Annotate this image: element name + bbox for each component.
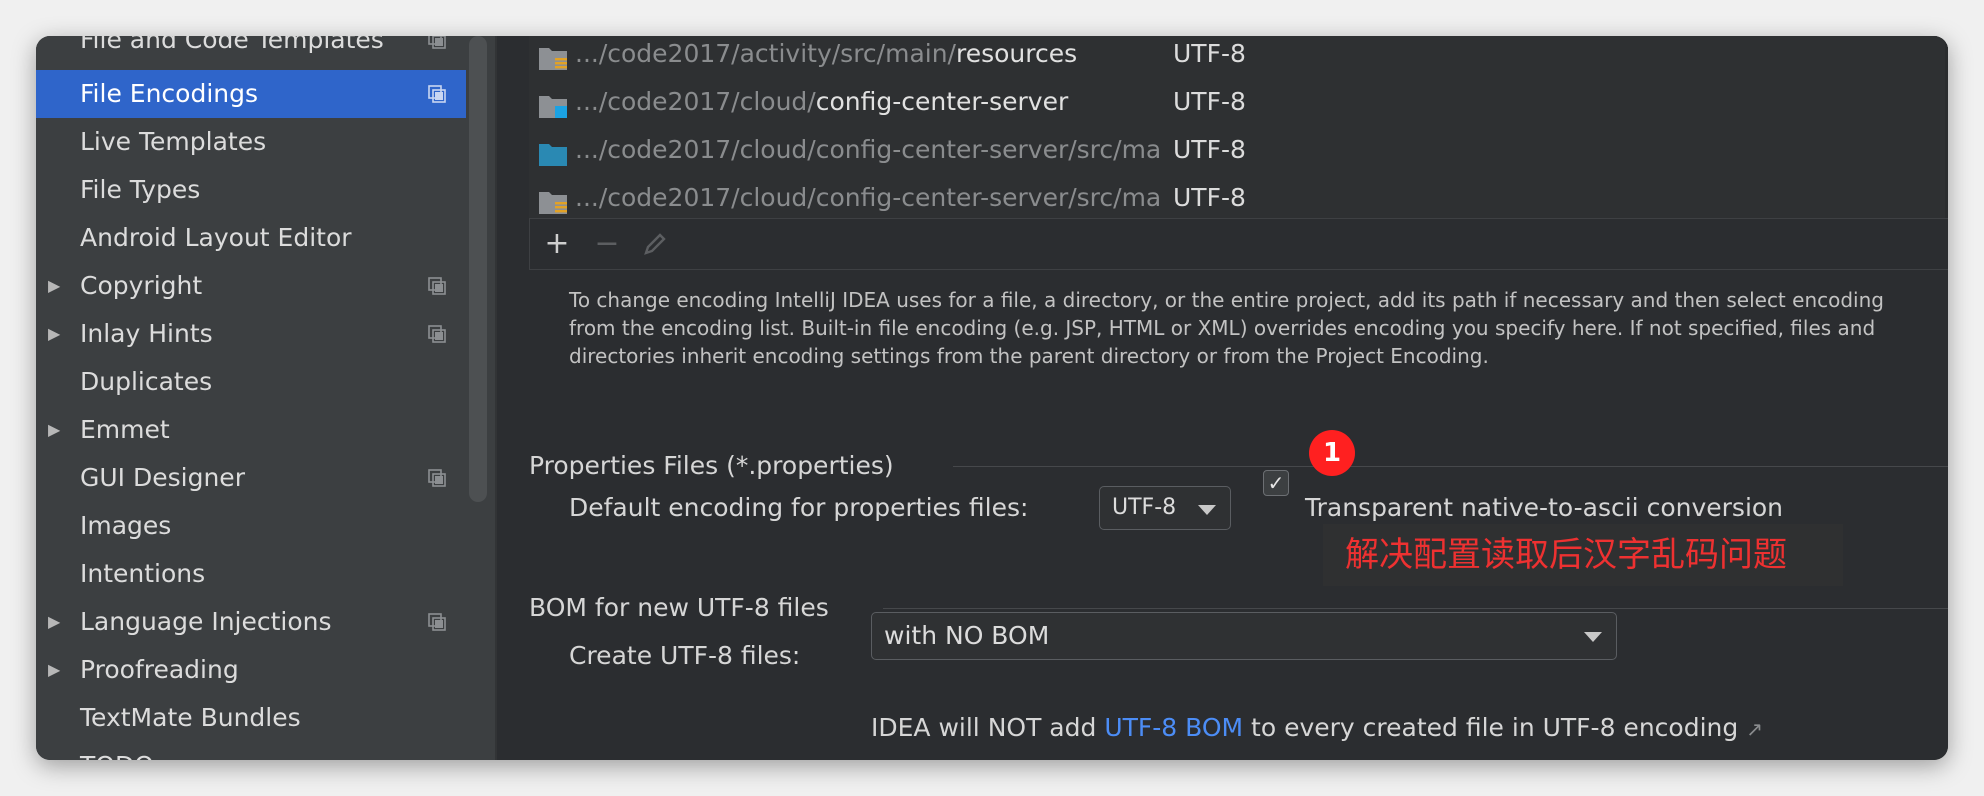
default-encoding-label: Default encoding for properties files: [569, 493, 1029, 522]
row-path: .../code2017/cloud/config-center-server [575, 78, 1163, 126]
sidebar-item-textmate-bundles[interactable]: TextMate Bundles [36, 694, 466, 742]
resources-folder-icon [537, 40, 569, 70]
sidebar-item-copyright[interactable]: ▶ Copyright [36, 262, 466, 310]
expand-arrow-icon[interactable]: ▶ [48, 646, 68, 694]
module-folder-icon [537, 88, 569, 118]
sidebar-item-file-and-code-templates[interactable]: File and Code Templates [36, 36, 466, 64]
properties-section-divider [953, 466, 1948, 467]
sidebar-item-label: Images [80, 511, 172, 540]
table-row[interactable]: .../code2017/activity/src/main/resources… [529, 36, 1945, 78]
sidebar-item-label: File Types [80, 175, 201, 204]
native-to-ascii-label[interactable]: Transparent native-to-ascii conversion [1305, 488, 1783, 528]
row-encoding[interactable]: UTF-8 [1173, 174, 1246, 222]
sidebar-item-inlay-hints[interactable]: ▶ Inlay Hints [36, 310, 466, 358]
project-scope-icon [428, 85, 446, 103]
expand-arrow-icon[interactable]: ▶ [48, 262, 68, 310]
edit-icon [642, 230, 668, 265]
sidebar-item-language-injections[interactable]: ▶ Language Injections [36, 598, 466, 646]
native-to-ascii-checkbox[interactable]: ✓ [1263, 470, 1289, 496]
sidebar-item-label: File Encodings [80, 79, 259, 108]
sidebar-item-label: Emmet [80, 415, 170, 444]
external-link-icon: ↗ [1746, 717, 1763, 741]
sidebar-item-todo[interactable]: TODO [36, 742, 466, 760]
sidebar-item-file-types[interactable]: File Types [36, 166, 466, 214]
sidebar-item-label: Android Layout Editor [80, 223, 352, 252]
table-scrollbar-track[interactable] [1945, 36, 1948, 218]
sidebar-item-label: Inlay Hints [80, 319, 213, 348]
sidebar-item-label: GUI Designer [80, 463, 245, 492]
bom-info-suffix: to every created file in UTF-8 encoding [1243, 713, 1739, 742]
row-encoding[interactable]: UTF-8 [1173, 126, 1246, 174]
sidebar-item-label: Live Templates [80, 127, 267, 156]
row-path: .../code2017/activity/src/main/resources [575, 36, 1163, 78]
bom-option-dropdown[interactable]: with NO BOM [871, 612, 1617, 660]
table-row[interactable]: .../code2017/cloud/config-center-server/… [529, 126, 1945, 174]
row-path: .../code2017/cloud/config-center-server/… [575, 126, 1163, 174]
resources-folder-icon [537, 184, 569, 214]
row-path-prefix: .../code2017/cloud/ [575, 87, 816, 116]
bom-section-divider [883, 608, 1948, 609]
row-path-prefix: .../code2017/cloud/config-center-server/… [575, 135, 1163, 164]
path-encodings-table: .../code2017/activity/src/main/resources… [529, 36, 1948, 218]
sidebar-item-emmet[interactable]: ▶ Emmet [36, 406, 466, 454]
sidebar-item-label: Language Injections [80, 607, 332, 636]
chevron-down-icon [1198, 505, 1216, 515]
expand-arrow-icon[interactable]: ▶ [48, 406, 68, 454]
settings-window: File and Code Templates File Encodings Liv… [36, 36, 1948, 760]
properties-section-title: Properties Files (*.properties) [529, 451, 894, 480]
encoding-help-text: To change encoding IntelliJ IDEA uses fo… [569, 288, 1884, 368]
project-scope-icon [428, 325, 446, 343]
annotation-step-badge: 1 [1309, 430, 1355, 476]
row-encoding[interactable]: UTF-8 [1173, 36, 1246, 78]
sidebar-item-label: Proofreading [80, 655, 239, 684]
sidebar-item-label: Intentions [80, 559, 206, 588]
project-scope-icon [428, 277, 446, 295]
table-row[interactable]: .../code2017/cloud/config-center-server/… [529, 174, 1945, 222]
sidebar-item-label: File and Code Templates [80, 36, 384, 54]
sidebar-item-duplicates[interactable]: Duplicates [36, 358, 466, 406]
properties-encoding-dropdown[interactable]: UTF-8 [1099, 486, 1231, 530]
sidebar-item-gui-designer[interactable]: GUI Designer [36, 454, 466, 502]
sidebar-scrollbar[interactable] [469, 36, 487, 502]
sidebar-item-live-templates[interactable]: Live Templates [36, 118, 466, 166]
row-path-prefix: .../code2017/cloud/config-center-server/… [575, 183, 1163, 212]
bom-info-text: IDEA will NOT add UTF-8 BOM to every cre… [871, 708, 1763, 749]
remove-path-button[interactable]: − [590, 227, 624, 261]
sidebar-item-android-layout-editor[interactable]: Android Layout Editor [36, 214, 466, 262]
row-encoding[interactable]: UTF-8 [1173, 78, 1246, 126]
create-utf8-label: Create UTF-8 files: [569, 641, 801, 670]
bom-option-value: with NO BOM [884, 621, 1050, 650]
sidebar-item-images[interactable]: Images [36, 502, 466, 550]
row-path-name: config-center-server [815, 87, 1069, 116]
utf8-bom-link[interactable]: UTF-8 BOM [1104, 713, 1243, 742]
row-path-name: resources [955, 39, 1078, 68]
file-encodings-panel: .../code2017/activity/src/main/resources… [497, 36, 1948, 760]
table-toolbar: + − [529, 218, 1948, 270]
project-scope-icon [428, 613, 446, 631]
project-scope-icon [428, 36, 446, 49]
settings-sidebar: File and Code Templates File Encodings Liv… [36, 36, 495, 760]
row-path-prefix: .../code2017/activity/src/main/ [575, 39, 956, 68]
chevron-down-icon [1584, 632, 1602, 642]
bom-info-prefix: IDEA will NOT add [871, 713, 1105, 742]
table-row[interactable]: .../code2017/cloud/config-center-server U… [529, 78, 1945, 126]
expand-arrow-icon[interactable]: ▶ [48, 598, 68, 646]
properties-encoding-value: UTF-8 [1112, 495, 1177, 520]
sidebar-item-intentions[interactable]: Intentions [36, 550, 466, 598]
row-path: .../code2017/cloud/config-center-server/… [575, 174, 1163, 222]
project-scope-icon [428, 469, 446, 487]
sidebar-item-label: Copyright [80, 271, 203, 300]
sidebar-item-proofreading[interactable]: ▶ Proofreading [36, 646, 466, 694]
add-path-button[interactable]: + [540, 227, 574, 261]
sidebar-item-file-encodings[interactable]: File Encodings [36, 70, 466, 118]
sidebar-item-label: Duplicates [80, 367, 213, 396]
sidebar-item-label: TODO [80, 742, 154, 760]
edit-path-button[interactable] [638, 227, 672, 261]
annotation-note: 解决配置读取后汉字乱码问题 [1323, 524, 1843, 586]
sidebar-item-label: TextMate Bundles [80, 703, 301, 732]
source-folder-icon [537, 136, 569, 166]
expand-arrow-icon[interactable]: ▶ [48, 310, 68, 358]
bom-section-title: BOM for new UTF-8 files [529, 593, 829, 622]
